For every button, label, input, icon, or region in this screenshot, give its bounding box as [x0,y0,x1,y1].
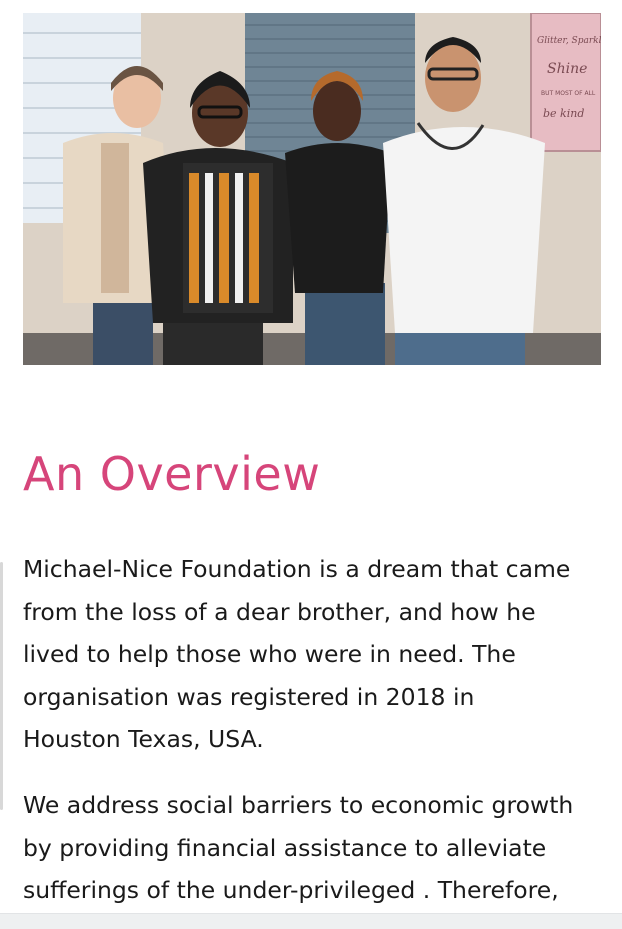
wall-sign-line-2: Shine [547,61,587,77]
paragraph-1-line: from the loss of a dear brother, and how… [23,597,536,626]
paragraph-1-line: Michael-Nice Foundation is a dream that … [23,555,571,583]
paragraph-2-line: by providing financial assistance to all… [23,833,547,862]
paragraph-1-line: Houston Texas, USA. [23,725,264,753]
paragraph-2-line: We address social barriers to economic g… [23,791,574,819]
overview-paragraph-1: Michael-Nice Foundation is a dream that … [23,548,613,761]
bottom-bar [0,913,622,929]
wall-sign [530,13,601,152]
paragraph-1-line: lived to help those who were in need. Th… [23,640,516,668]
wall-sign-line-3: BUT MOST OF ALL [541,90,596,97]
scroll-edge[interactable] [0,562,3,810]
paragraph-2-line: sufferings of the under-privileged . The… [23,876,559,904]
team-photo: Glitter, Sparkle Shine BUT MOST OF ALL b… [23,13,601,365]
wall-sign-line-1: Glitter, Sparkle [537,36,601,46]
overview-heading: An Overview [23,447,321,501]
wall-sign-line-4: be kind [543,107,584,120]
page: Glitter, Sparkle Shine BUT MOST OF ALL b… [0,0,622,929]
paragraph-1-line: organisation was registered in 2018 in [23,682,475,711]
team-photo-image: Glitter, Sparkle Shine BUT MOST OF ALL b… [23,13,601,365]
overview-paragraph-2: We address social barriers to economic g… [23,784,613,912]
